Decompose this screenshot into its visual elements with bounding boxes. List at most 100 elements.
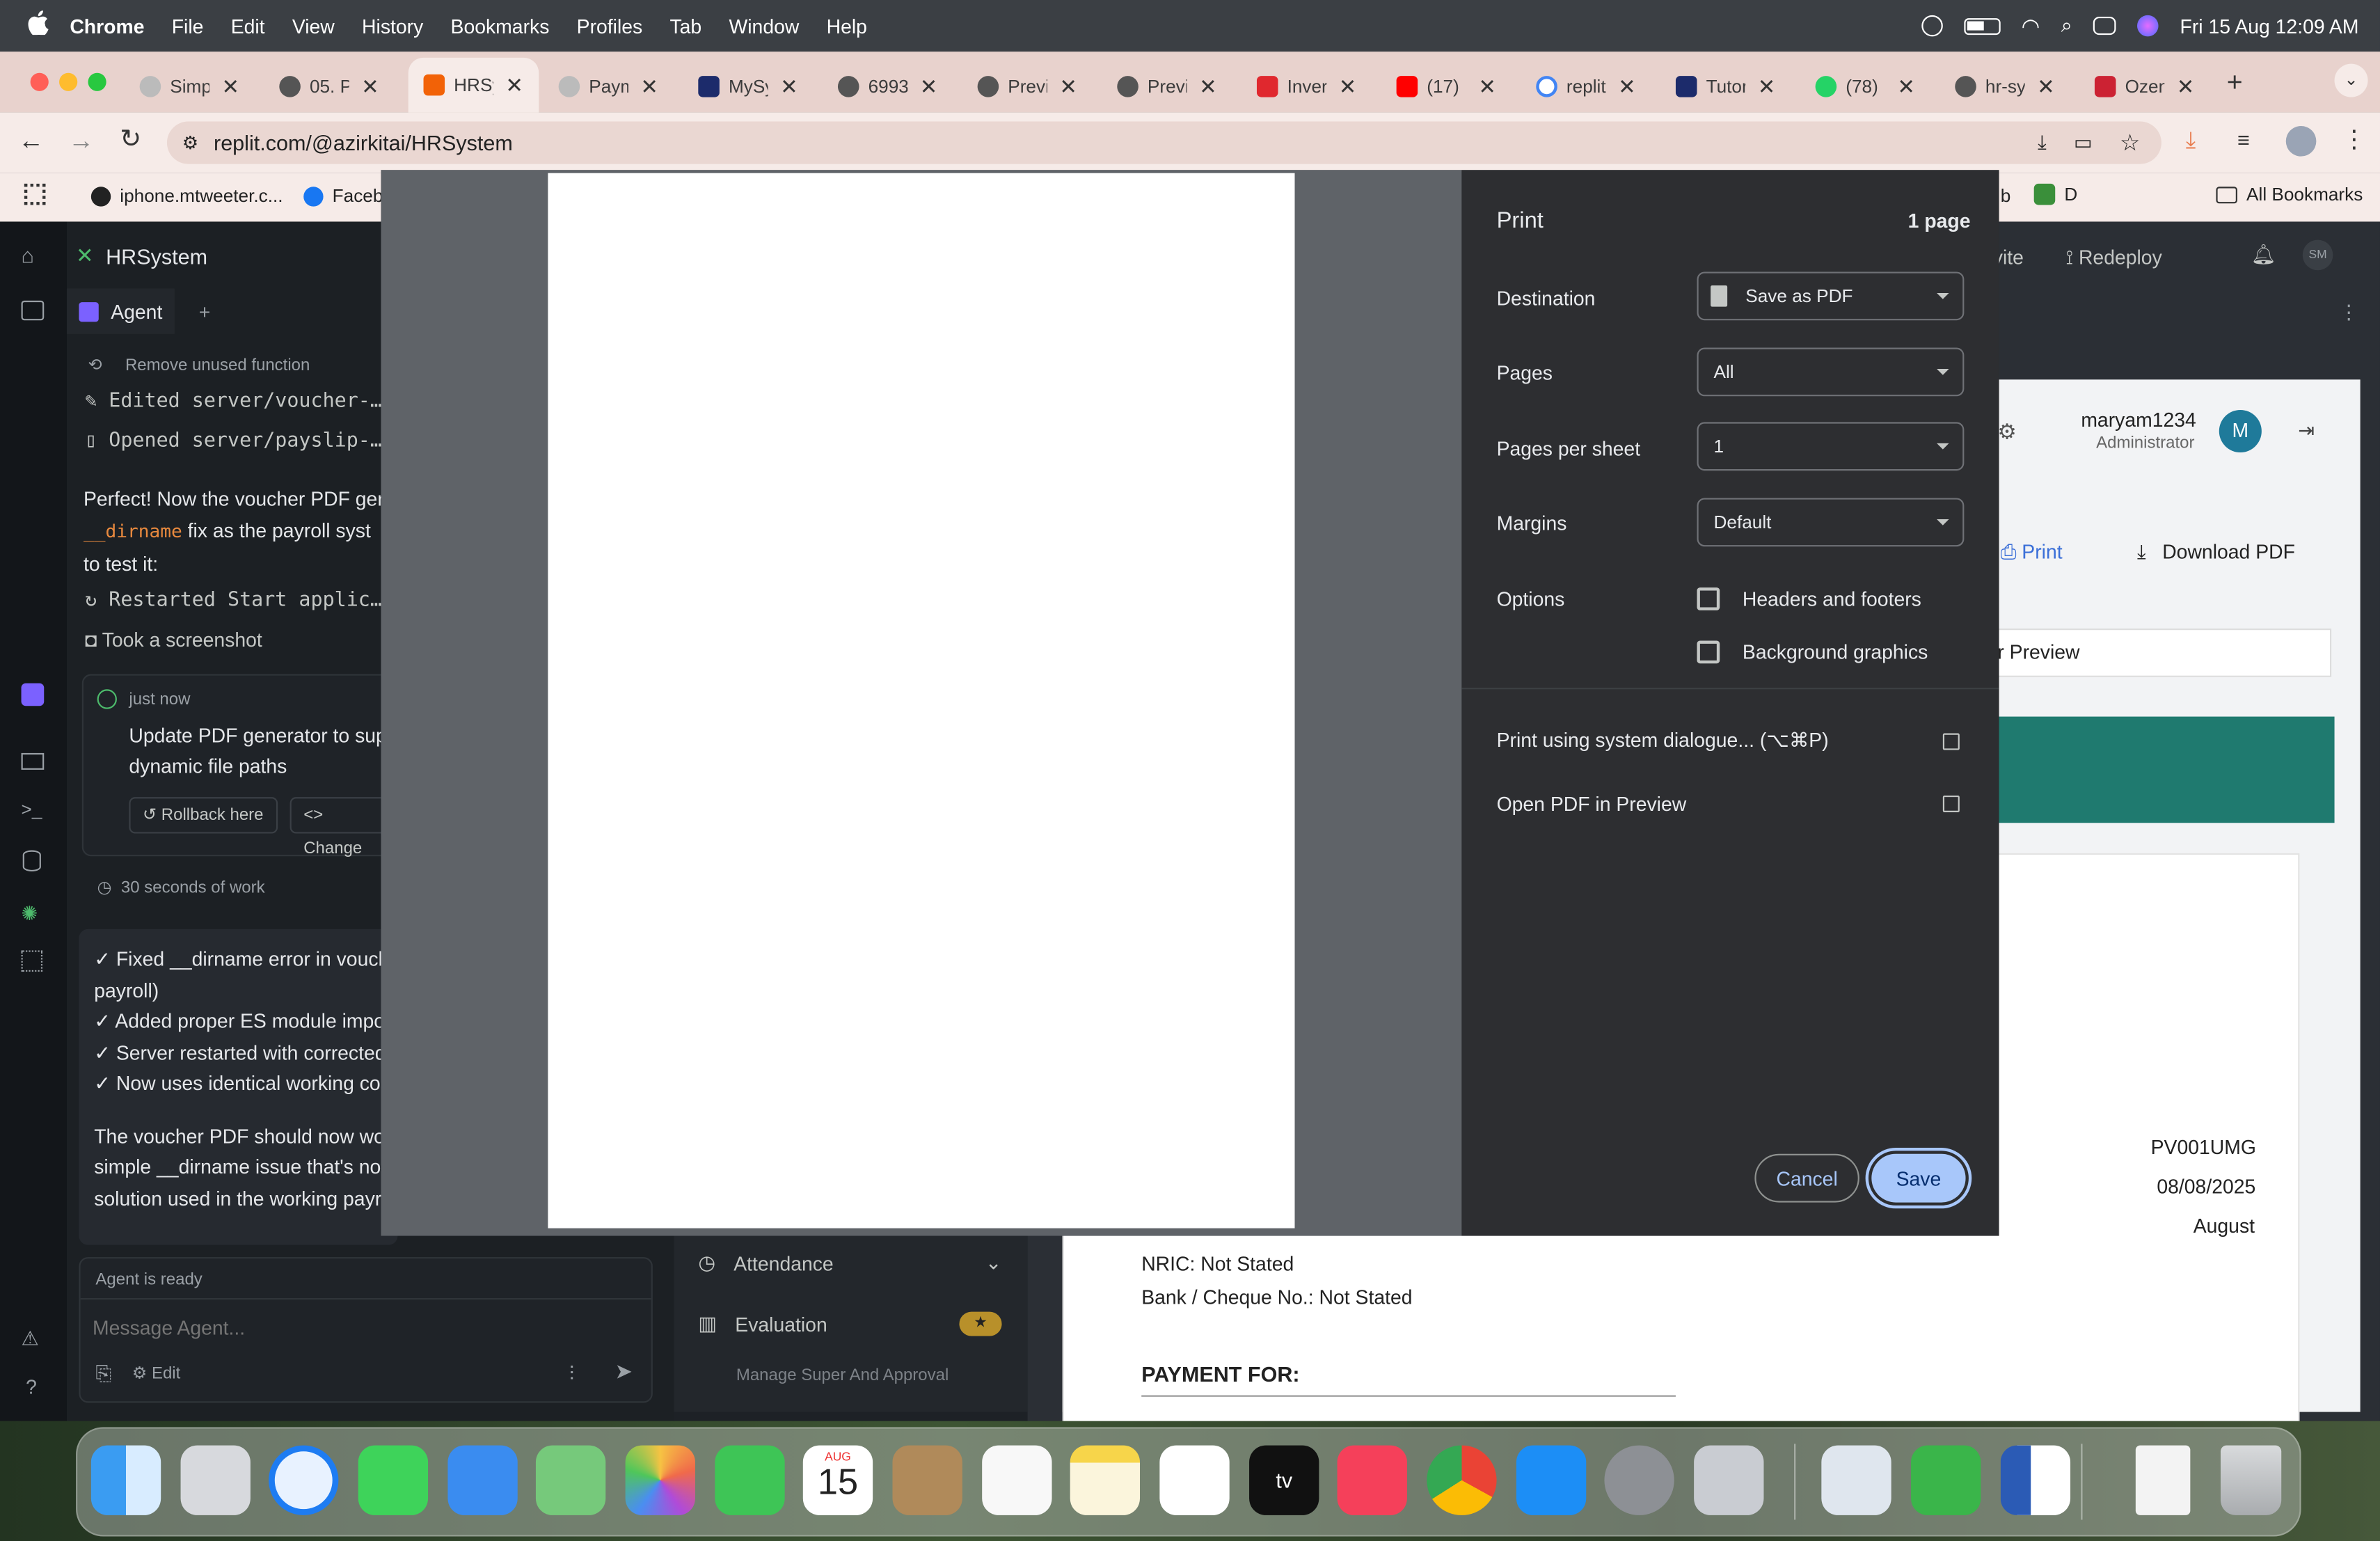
- iphone-mirroring-icon[interactable]: [1694, 1445, 1764, 1515]
- save-button[interactable]: Save: [1871, 1153, 1966, 1203]
- browser-tab[interactable]: Tutor ✕: [1675, 64, 1776, 109]
- menu-history[interactable]: History: [362, 15, 423, 38]
- history-item[interactable]: ▯ Opened server/payslip-htm: [85, 429, 388, 452]
- bookmark-item[interactable]: Faceb: [303, 185, 383, 207]
- more-options-icon[interactable]: ⋮: [2339, 301, 2358, 325]
- safari-icon[interactable]: [269, 1445, 339, 1515]
- close-tab-icon[interactable]: ✕: [640, 74, 658, 100]
- browser-tab-active[interactable]: HRSy ✕: [408, 57, 539, 113]
- browser-tab[interactable]: hr-sy ✕: [1955, 64, 2055, 109]
- help-icon[interactable]: ?: [26, 1375, 37, 1398]
- battery-icon[interactable]: [1963, 17, 2001, 35]
- contacts-icon[interactable]: [892, 1445, 962, 1515]
- bookmark-item[interactable]: iphone.mtweeter.c...: [90, 185, 283, 207]
- settings-sliders-icon[interactable]: ⫶: [569, 1362, 574, 1386]
- spotlight-search-icon[interactable]: ⌕: [2061, 14, 2072, 38]
- cancel-button[interactable]: Cancel: [1754, 1153, 1859, 1203]
- apple-tv-icon[interactable]: tv: [1249, 1445, 1319, 1515]
- trash-icon[interactable]: [2220, 1445, 2282, 1515]
- install-app-icon[interactable]: ▭: [2074, 131, 2093, 155]
- menu-app-name[interactable]: Chrome: [70, 15, 144, 38]
- browser-tab[interactable]: (78) ✕: [1815, 64, 1915, 109]
- siri-icon[interactable]: [2137, 15, 2159, 37]
- send-icon[interactable]: ➤: [614, 1359, 633, 1384]
- close-tab-icon[interactable]: ✕: [920, 74, 938, 100]
- window-close-button[interactable]: [30, 72, 49, 91]
- wifi-icon[interactable]: ◠: [2022, 13, 2040, 39]
- background-graphics-checkbox[interactable]: [1697, 640, 1720, 664]
- menu-window[interactable]: Window: [729, 15, 799, 38]
- bookmark-item[interactable]: b: [2001, 185, 2011, 207]
- reminders-icon[interactable]: [982, 1445, 1052, 1515]
- menu-bookmarks[interactable]: Bookmarks: [451, 15, 550, 38]
- mail-icon[interactable]: [447, 1445, 518, 1515]
- menu-help[interactable]: Help: [827, 15, 867, 38]
- bookmark-star-icon[interactable]: ☆: [2120, 129, 2140, 157]
- add-tab-icon[interactable]: +: [199, 300, 211, 323]
- site-info-icon[interactable]: ⚙: [182, 132, 198, 154]
- launchpad-icon[interactable]: [180, 1445, 251, 1515]
- word-icon[interactable]: [2000, 1445, 2071, 1515]
- profile-avatar[interactable]: [2285, 126, 2317, 157]
- background-graphics-label[interactable]: Background graphics: [1743, 640, 1928, 663]
- close-tab-icon[interactable]: ✕: [505, 72, 523, 98]
- message-agent-input[interactable]: [93, 1307, 640, 1347]
- rollback-button[interactable]: ↺ Rollback here: [129, 797, 278, 834]
- preview-app-icon[interactable]: [1821, 1445, 1891, 1515]
- download-pdf-button[interactable]: ⤓ Download PDF: [2137, 541, 2295, 565]
- menu-edit[interactable]: Edit: [231, 15, 265, 38]
- edit-mode-button[interactable]: ⚙ Edit: [132, 1364, 181, 1383]
- pages-per-sheet-select[interactable]: 1: [1697, 422, 1965, 471]
- headers-footers-label[interactable]: Headers and footers: [1743, 587, 1921, 610]
- menu-file[interactable]: File: [172, 15, 204, 38]
- shell-icon[interactable]: >_: [22, 798, 42, 820]
- database-icon[interactable]: [22, 850, 41, 872]
- system-settings-icon[interactable]: [1604, 1445, 1674, 1515]
- close-tab-icon[interactable]: ✕: [1758, 74, 1776, 100]
- menubar-clock[interactable]: Fri 15 Aug 12:09 AM: [2180, 15, 2359, 38]
- finder-icon[interactable]: [90, 1445, 161, 1515]
- nav-evaluation[interactable]: ▥ Evaluation ★: [698, 1311, 1002, 1336]
- freeform-icon[interactable]: [1159, 1445, 1230, 1515]
- browser-tab[interactable]: Simp ✕: [139, 64, 239, 109]
- numbers-icon[interactable]: [1911, 1445, 1981, 1515]
- close-tab-icon[interactable]: ✕: [221, 74, 239, 100]
- user-avatar-replit[interactable]: SM: [2302, 239, 2333, 271]
- browser-tab[interactable]: replit ✕: [1536, 64, 1636, 109]
- facetime-icon[interactable]: [715, 1445, 785, 1515]
- music-icon[interactable]: [1337, 1445, 1407, 1515]
- files-icon[interactable]: [21, 300, 45, 321]
- reload-icon[interactable]: ↻: [120, 125, 141, 155]
- nav-manage-approval[interactable]: Manage Super And Approval: [736, 1366, 949, 1384]
- apps-grid-icon[interactable]: [24, 183, 46, 205]
- close-tab-icon[interactable]: ✕: [1199, 74, 1217, 100]
- close-tab-icon[interactable]: ✕: [361, 74, 379, 100]
- address-bar[interactable]: ⚙ replit.com/@azirkitai/HRSystem ⤓ ▭ ☆: [166, 121, 2161, 164]
- chrome-icon[interactable]: [1427, 1445, 1497, 1515]
- close-tab-icon[interactable]: ✕: [1339, 74, 1357, 100]
- apple-icon[interactable]: [27, 9, 49, 42]
- headers-footers-checkbox[interactable]: [1697, 587, 1720, 610]
- window-zoom-button[interactable]: [88, 72, 106, 91]
- downloads-icon[interactable]: ⤓: [2186, 127, 2196, 153]
- margins-select[interactable]: Default: [1697, 498, 1965, 547]
- browser-tab[interactable]: Paym ✕: [558, 64, 658, 109]
- close-tab-icon[interactable]: ✕: [2177, 74, 2195, 100]
- browser-tab[interactable]: (17) ✕: [1396, 64, 1496, 109]
- control-center-icon[interactable]: [2093, 16, 2116, 35]
- notifications-icon[interactable]: 🔔︎: [2251, 243, 2276, 267]
- settings-gear-icon[interactable]: ⚙: [1997, 419, 2016, 445]
- menu-view[interactable]: View: [292, 15, 335, 38]
- voucher-preview-tab[interactable]: r Preview: [1992, 629, 2332, 677]
- maps-icon[interactable]: [535, 1445, 606, 1515]
- media-control-icon[interactable]: ≡: [2237, 127, 2250, 152]
- pages-select[interactable]: All: [1697, 347, 1965, 397]
- bookmark-item[interactable]: D: [2033, 183, 2077, 205]
- messages-icon[interactable]: [358, 1445, 429, 1515]
- browser-tab[interactable]: Previ ✕: [1117, 64, 1217, 109]
- attach-icon[interactable]: ⎘: [95, 1362, 111, 1386]
- system-dialog-link[interactable]: Print using system dialogue... (⌥⌘P): [1497, 729, 1960, 753]
- close-tab-icon[interactable]: ✕: [1478, 74, 1496, 100]
- notes-icon[interactable]: [1070, 1445, 1141, 1515]
- open-pdf-preview-link[interactable]: Open PDF in Preview: [1497, 793, 1960, 815]
